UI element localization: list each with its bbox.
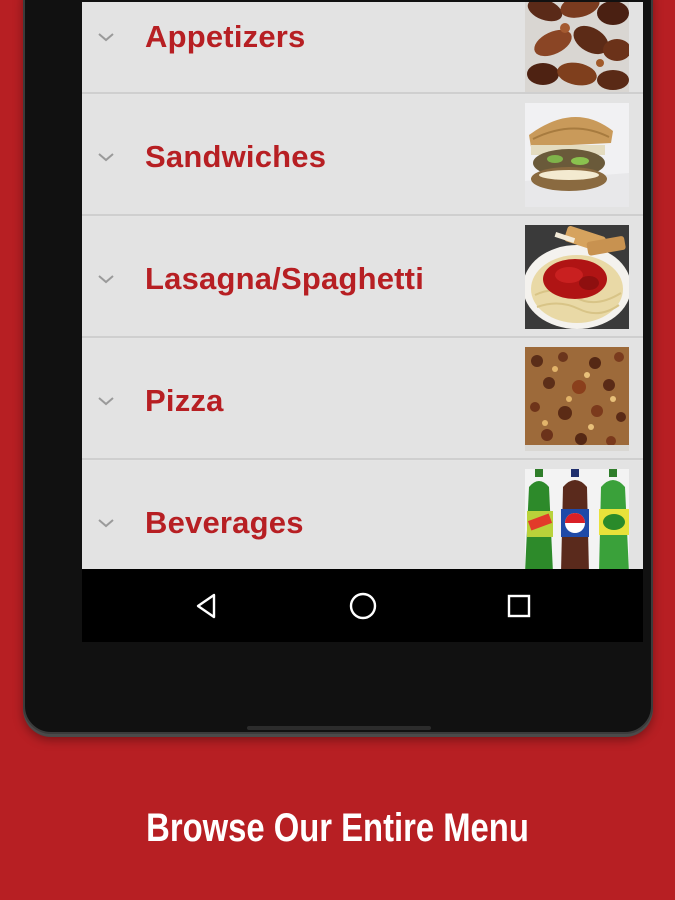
menu-item-label: Beverages <box>145 505 304 540</box>
chevron-down-icon <box>98 33 114 42</box>
menu-item-label: Pizza <box>145 383 224 418</box>
chevron-down-icon <box>98 519 114 528</box>
chevron-down-icon <box>98 397 114 406</box>
phone-bottom-edge <box>247 726 431 730</box>
spaghetti-photo <box>525 225 629 329</box>
phone-screen: Appetizers Sandwiches Lasagna/Spaghetti … <box>82 2 643 642</box>
sandwich-photo <box>525 103 629 207</box>
chevron-down-icon <box>98 275 114 284</box>
pizza-photo <box>525 347 629 451</box>
menu-item-beverages[interactable]: Beverages <box>82 461 643 569</box>
menu-item-pizza[interactable]: Pizza <box>82 339 643 460</box>
chicken-wings-photo <box>525 2 629 92</box>
home-circle-icon[interactable] <box>346 589 380 623</box>
menu-item-label: Lasagna/Spaghetti <box>145 261 425 296</box>
menu-item-label: Appetizers <box>145 19 306 54</box>
soda-bottles-photo <box>525 469 629 569</box>
promo-tagline: Browse Our Entire Menu <box>146 806 529 850</box>
menu-item-lasagna-spaghetti[interactable]: Lasagna/Spaghetti <box>82 217 643 338</box>
menu-item-sandwiches[interactable]: Sandwiches <box>82 95 643 216</box>
android-navigation-bar <box>82 569 643 642</box>
back-triangle-icon[interactable] <box>190 589 224 623</box>
menu-category-list: Appetizers Sandwiches Lasagna/Spaghetti … <box>82 2 643 569</box>
chevron-down-icon <box>98 153 114 162</box>
phone-frame: Appetizers Sandwiches Lasagna/Spaghetti … <box>23 0 653 734</box>
menu-item-label: Sandwiches <box>145 139 327 174</box>
recents-square-icon[interactable] <box>502 589 536 623</box>
menu-item-appetizers[interactable]: Appetizers <box>82 2 643 94</box>
